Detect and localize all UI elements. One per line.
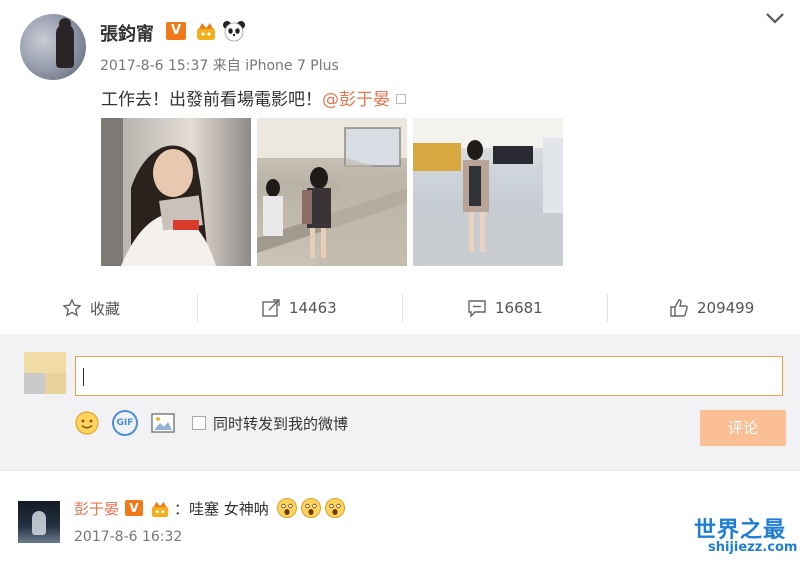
- like-count: 209499: [697, 299, 755, 317]
- like-button[interactable]: 209499: [669, 286, 754, 330]
- verified-badge-icon: V: [125, 500, 143, 516]
- post-body: 工作去！出發前看場電影吧！: [101, 90, 322, 110]
- comment-text: ：哇塞 女神呐: [174, 500, 269, 518]
- photo-3-illustration: [413, 118, 563, 266]
- vip-crown-icon: [151, 501, 169, 518]
- site-watermark: 世界之最 shijiezz.com: [694, 512, 798, 558]
- comment-count: 16681: [495, 299, 543, 317]
- verified-badge-icon: V: [166, 22, 186, 40]
- poster-username[interactable]: 張鈞甯: [100, 20, 154, 46]
- repost-count: 14463: [289, 299, 337, 317]
- gif-icon[interactable]: GIF: [112, 410, 138, 436]
- comment-composer: GIF 同时转发到我的微博 评论: [0, 334, 800, 470]
- repost-button[interactable]: 14463: [261, 286, 337, 330]
- chevron-down-icon[interactable]: [764, 10, 786, 26]
- action-divider: [607, 294, 608, 322]
- repost-icon: [262, 299, 280, 317]
- divider: [0, 470, 800, 471]
- sync-repost-checkbox[interactable]: [192, 416, 206, 430]
- post-photo-1[interactable]: [101, 118, 251, 266]
- post-text: 工作去！出發前看場電影吧！@彭于晏: [101, 85, 406, 110]
- current-user-avatar: [24, 352, 66, 394]
- mention-link[interactable]: @彭于晏: [322, 90, 390, 110]
- comment-timestamp: 2017-8-6 16:32: [74, 529, 183, 545]
- action-divider: [402, 294, 403, 322]
- shocked-emoji-icon: [301, 498, 321, 518]
- emoji-placeholder-icon: [396, 94, 406, 104]
- post-meta: 2017-8-6 15:37 来自 iPhone 7 Plus: [100, 55, 339, 75]
- favorite-button[interactable]: 收藏: [62, 286, 120, 330]
- photo-2-illustration: [257, 118, 407, 266]
- commenter-username[interactable]: 彭于晏: [74, 498, 119, 519]
- panda-badge-icon: [223, 21, 245, 42]
- comment-button[interactable]: 16681: [467, 286, 543, 330]
- shocked-emoji-icon: [325, 498, 345, 518]
- shocked-emoji-icon: [277, 498, 297, 518]
- image-icon[interactable]: [150, 410, 176, 436]
- watermark-domain: shijiezz.com: [708, 540, 798, 555]
- sync-repost-label: 同时转发到我的微博: [213, 415, 349, 433]
- post-source: 来自 iPhone 7 Plus: [212, 58, 339, 74]
- submit-comment-button[interactable]: 评论: [700, 410, 786, 446]
- avatar-figure: [32, 511, 46, 535]
- post-photo-3[interactable]: [413, 118, 563, 266]
- comment-icon: [468, 300, 486, 318]
- poster-avatar[interactable]: [20, 14, 86, 80]
- post-photo-2[interactable]: [257, 118, 407, 266]
- text-caret: [83, 368, 84, 386]
- thumbs-up-icon: [670, 299, 688, 317]
- vip-crown-icon: [197, 23, 215, 40]
- favorite-label: 收藏: [90, 299, 121, 318]
- post-timestamp[interactable]: 2017-8-6 15:37: [100, 58, 208, 74]
- comment-input[interactable]: [75, 356, 783, 396]
- commenter-avatar[interactable]: [18, 501, 60, 543]
- emoji-icon[interactable]: [74, 410, 100, 436]
- action-divider: [197, 294, 198, 322]
- photo-1-illustration: [101, 118, 216, 266]
- avatar-figure-body: [56, 24, 74, 68]
- post-action-bar: 收藏 14463 16681 209499: [0, 286, 800, 330]
- star-icon: [62, 298, 82, 317]
